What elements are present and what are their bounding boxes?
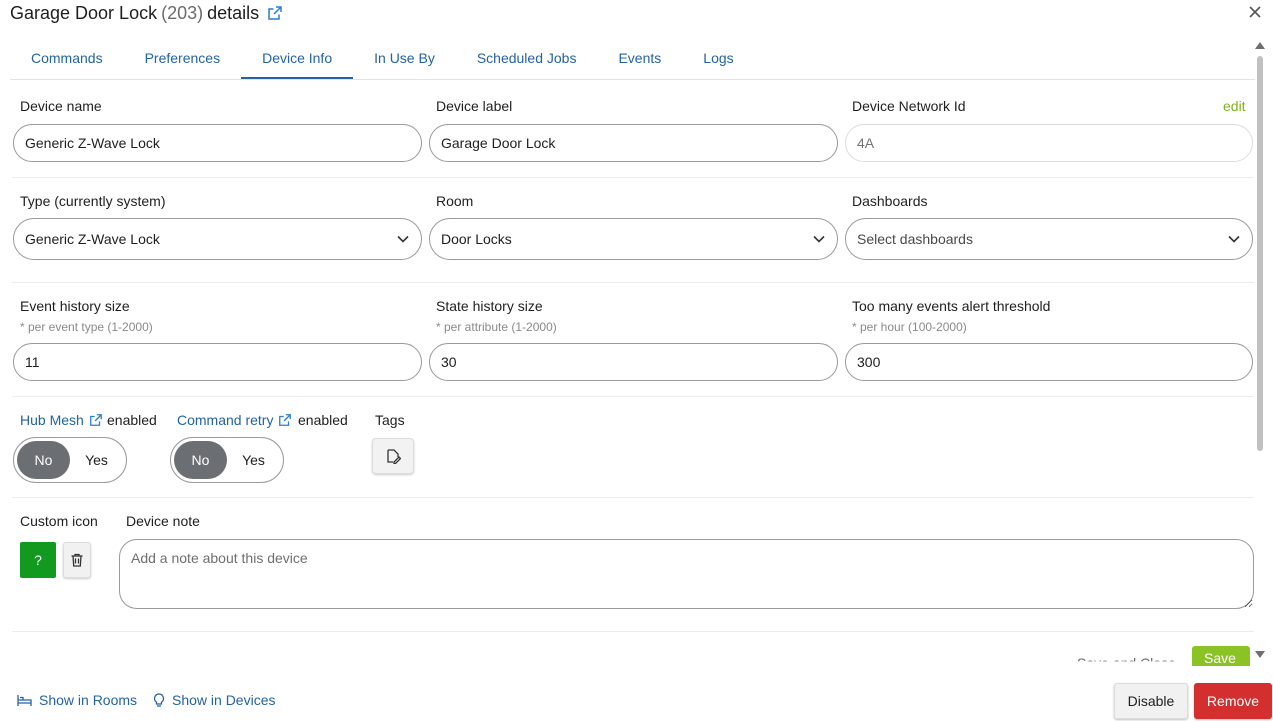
external-link-icon[interactable] <box>267 5 283 21</box>
command-retry-toggle[interactable]: No Yes <box>170 437 284 483</box>
dashboards-placeholder: Select dashboards <box>857 231 973 247</box>
remove-button[interactable]: Remove <box>1194 683 1272 719</box>
tags-label: Tags <box>375 412 405 428</box>
scroll-up-arrow[interactable] <box>1255 42 1265 49</box>
tab-preferences[interactable]: Preferences <box>124 38 241 79</box>
device-name-label: Device name <box>20 98 102 114</box>
hub-mesh-link-text: Hub Mesh <box>20 412 84 428</box>
device-name-input[interactable] <box>13 124 422 162</box>
hub-mesh-enabled-label: enabled <box>107 412 157 428</box>
close-icon[interactable] <box>1247 4 1263 20</box>
show-in-rooms-link[interactable]: Show in Rooms <box>17 692 137 708</box>
tab-in-use-by[interactable]: In Use By <box>353 38 456 79</box>
scrollbar-thumb[interactable] <box>1257 56 1263 451</box>
show-in-devices-text: Show in Devices <box>172 692 276 708</box>
edit-tags-button[interactable] <box>372 438 414 474</box>
device-label-label: Device label <box>436 98 513 114</box>
trash-icon <box>71 553 83 567</box>
divider <box>12 396 1254 397</box>
alert-threshold-hint: * per hour (100-2000) <box>852 320 967 334</box>
alert-threshold-label: Too many events alert threshold <box>852 298 1051 314</box>
hub-mesh-yes-option[interactable]: Yes <box>70 441 123 479</box>
command-retry-no-option[interactable]: No <box>174 441 227 479</box>
tab-scheduled-jobs[interactable]: Scheduled Jobs <box>456 38 598 79</box>
hub-mesh-no-option[interactable]: No <box>17 441 70 479</box>
bed-icon <box>17 694 32 706</box>
room-label: Room <box>436 193 474 209</box>
save-button[interactable]: Save <box>1192 646 1250 666</box>
command-retry-yes-option[interactable]: Yes <box>227 441 280 479</box>
type-label: Type (currently system) <box>20 193 166 209</box>
chevron-down-icon <box>1228 235 1240 243</box>
event-history-hint: * per event type (1-2000) <box>20 320 153 334</box>
custom-icon-label: Custom icon <box>20 513 98 529</box>
network-id-input <box>845 124 1253 162</box>
divider <box>12 497 1254 498</box>
device-title: Garage Door Lock <box>10 2 158 23</box>
command-retry-link-text: Command retry <box>177 412 274 428</box>
event-history-input[interactable] <box>13 343 422 381</box>
divider <box>12 282 1254 283</box>
divider <box>12 631 1254 632</box>
divider <box>12 177 1254 178</box>
tab-commands[interactable]: Commands <box>10 38 124 79</box>
device-note-textarea[interactable] <box>119 539 1254 609</box>
tab-bar: Commands Preferences Device Info In Use … <box>10 38 1255 80</box>
save-and-close-button[interactable]: Save and Close <box>1077 655 1176 661</box>
tab-device-info[interactable]: Device Info <box>241 38 354 79</box>
network-id-edit-link[interactable]: edit <box>1223 98 1246 114</box>
command-retry-enabled-label: enabled <box>298 412 348 428</box>
command-retry-link[interactable]: Command retry <box>177 412 292 428</box>
room-select[interactable]: Door Locks <box>429 218 838 260</box>
state-history-label: State history size <box>436 298 543 314</box>
tab-events[interactable]: Events <box>597 38 682 79</box>
lightbulb-icon <box>153 692 165 707</box>
scrollbar[interactable] <box>1255 40 1265 660</box>
chevron-down-icon <box>813 235 825 243</box>
state-history-input[interactable] <box>429 343 838 381</box>
room-select-value: Door Locks <box>441 231 512 247</box>
state-history-hint: * per attribute (1-2000) <box>436 320 557 334</box>
title-suffix: details <box>207 2 260 23</box>
chevron-down-icon <box>397 235 409 243</box>
custom-icon-swatch[interactable]: ? <box>20 542 56 578</box>
disable-button[interactable]: Disable <box>1114 683 1188 719</box>
dashboards-select[interactable]: Select dashboards <box>845 218 1253 260</box>
hub-mesh-toggle[interactable]: No Yes <box>13 437 127 483</box>
tab-logs[interactable]: Logs <box>682 38 754 79</box>
device-id: (203) <box>161 2 204 23</box>
alert-threshold-input[interactable] <box>845 343 1253 381</box>
dashboards-label: Dashboards <box>852 193 928 209</box>
dialog-title: Garage Door Lock (203) details <box>10 2 283 24</box>
show-in-rooms-text: Show in Rooms <box>39 692 138 708</box>
network-id-label: Device Network Id <box>852 98 966 114</box>
hub-mesh-link[interactable]: Hub Mesh <box>20 412 103 428</box>
dialog-footer: Show in Rooms Show in Devices Disable Re… <box>0 680 1273 721</box>
type-select[interactable]: Generic Z-Wave Lock <box>13 218 422 260</box>
delete-icon-button[interactable] <box>63 542 91 578</box>
device-note-label: Device note <box>126 513 200 529</box>
external-link-icon <box>278 413 292 427</box>
type-select-value: Generic Z-Wave Lock <box>25 231 160 247</box>
event-history-label: Event history size <box>20 298 130 314</box>
show-in-devices-link[interactable]: Show in Devices <box>153 692 276 708</box>
external-link-icon <box>89 413 103 427</box>
device-label-input[interactable] <box>429 124 838 162</box>
tag-edit-icon <box>387 449 401 464</box>
scroll-down-arrow[interactable] <box>1255 651 1265 658</box>
